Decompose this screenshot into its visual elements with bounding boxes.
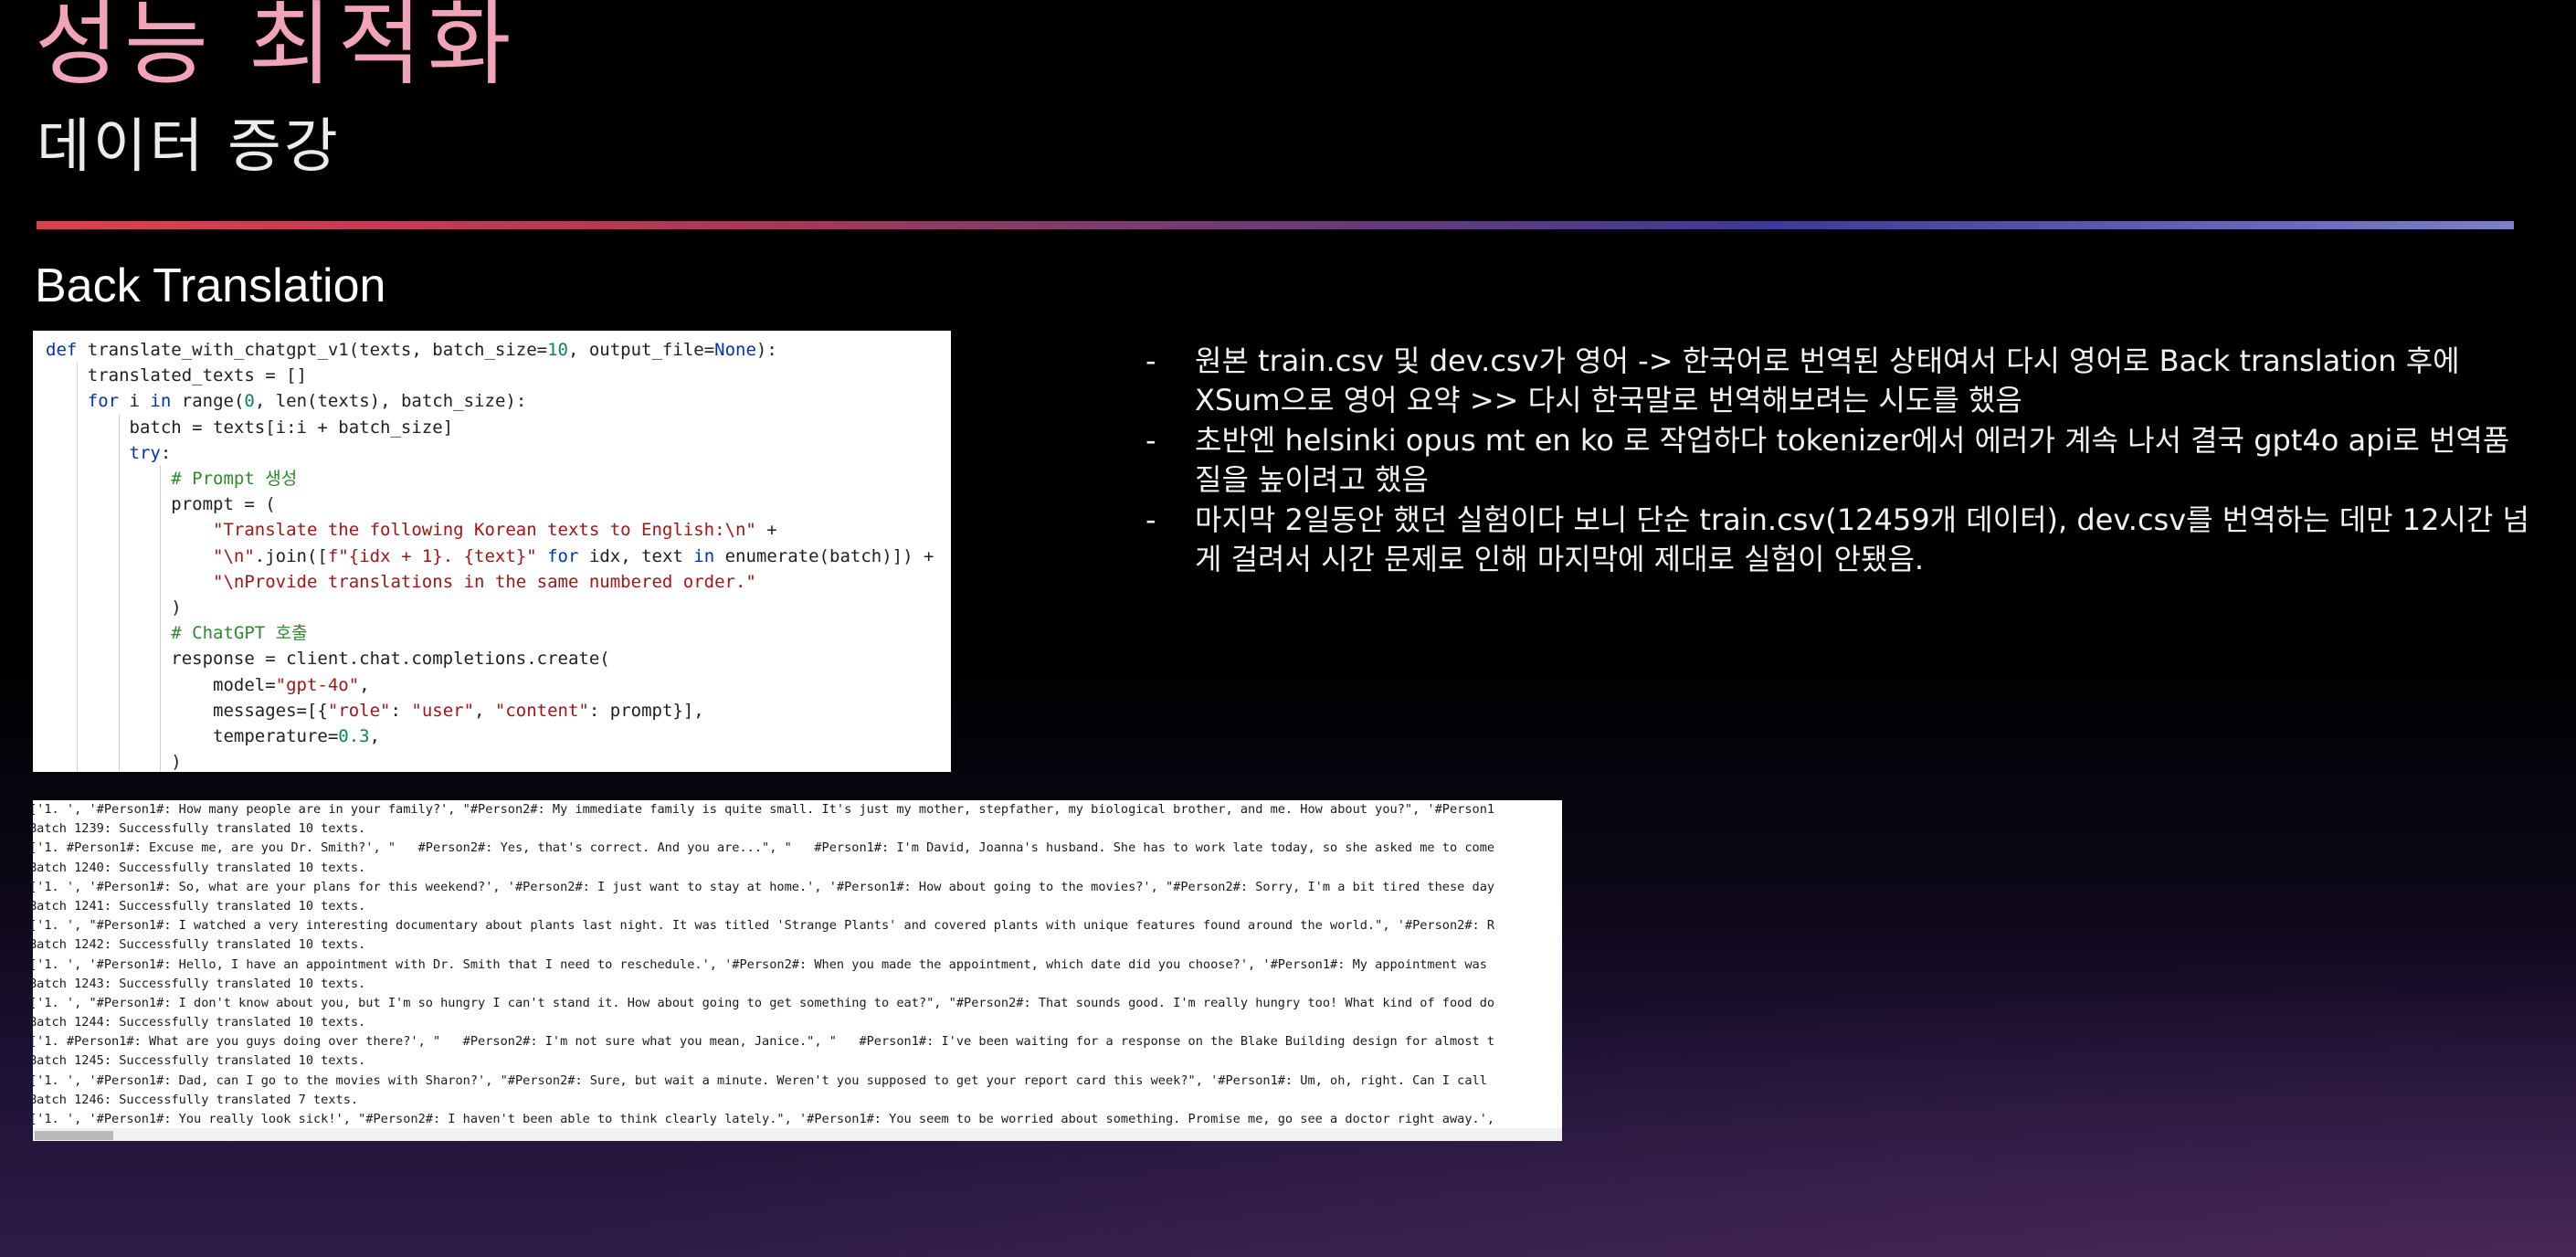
code-line: batch = texts[i:i + batch_size] — [129, 417, 454, 438]
log-line: ['1. ', '#Person1#: Hello, I have an app… — [33, 956, 1487, 972]
log-line: ['1. ', '#Person1#: Dad, can I go to the… — [33, 1072, 1487, 1088]
code-line: temperature=0.3, — [46, 726, 381, 747]
indent-guide — [160, 466, 162, 772]
code-line: "\nProvide translations in the same numb… — [213, 571, 756, 592]
log-line: Batch 1246: Successfully translated 7 te… — [33, 1092, 359, 1107]
code-line: def translate_with_chatgpt_v1(texts, bat… — [46, 340, 777, 360]
code-line: "\n".join([f"{idx + 1}. {text}" for idx,… — [213, 545, 934, 566]
log-line: ['1. #Person1#: What are you guys doing … — [33, 1034, 1495, 1050]
note-text: 원본 train.csv 및 dev.csv가 영어 -> 한국어로 번역된 상… — [1195, 343, 2460, 417]
note-item: - 마지막 2일동안 했던 실험이다 보니 단순 train.csv(12459개… — [1145, 501, 2534, 578]
code-line: try: — [129, 442, 172, 463]
code-line: response = client.chat.completions.creat… — [171, 649, 610, 670]
code-line: for i in range(0, len(texts), batch_size… — [87, 391, 527, 412]
bullet-dash: - — [1145, 343, 1156, 378]
code-line: translated_texts = [] — [87, 365, 307, 386]
note-text: 초반엔 helsinki opus mt en ko 로 작업하다 tokeni… — [1195, 423, 2510, 497]
log-line: ['1. ', "#Person1#: I watched a very int… — [33, 918, 1495, 934]
horizontal-scrollbar[interactable] — [33, 1128, 1562, 1141]
code-line: # Prompt 생성 — [171, 469, 298, 490]
log-line: Batch 1239: Successfully translated 10 t… — [33, 821, 366, 837]
slide-title: 성능 최적화 — [35, 0, 517, 98]
bullet-dash: - — [1145, 502, 1156, 537]
log-line: Batch 1240: Successfully translated 10 t… — [33, 860, 366, 875]
log-line: ['1. ', '#Person1#: How many people are … — [33, 802, 1495, 817]
log-line: Batch 1241: Successfully translated 10 t… — [33, 898, 366, 914]
code-line: messages=[{"role": "user", "content": pr… — [46, 700, 704, 721]
code-block: def translate_with_chatgpt_v1(texts, bat… — [33, 331, 951, 772]
bullet-dash: - — [1145, 423, 1156, 458]
note-item: - 원본 train.csv 및 dev.csv가 영어 -> 한국어로 번역된 … — [1145, 342, 2534, 419]
log-line: Batch 1242: Successfully translated 10 t… — [33, 937, 366, 953]
gradient-divider — [37, 221, 2514, 229]
indent-guide — [118, 414, 120, 772]
note-item: - 초반엔 helsinki opus mt en ko 로 작업하다 token… — [1145, 421, 2534, 499]
log-line: Batch 1245: Successfully translated 10 t… — [33, 1053, 366, 1069]
log-line: ['1. ', "#Person1#: I don't know about y… — [33, 995, 1495, 1010]
code-line: ) — [171, 752, 182, 772]
log-output: ['1. ', '#Person1#: How many people are … — [33, 800, 1562, 1129]
log-line: ['1. #Person1#: Excuse me, are you Dr. S… — [33, 840, 1495, 856]
scrollbar-thumb[interactable] — [35, 1131, 113, 1140]
indent-guide — [76, 363, 78, 772]
code-line: # ChatGPT 호출 — [171, 623, 308, 644]
code-line: model="gpt-4o", — [46, 674, 370, 695]
log-line: ['1. ', '#Person1#: So, what are your pl… — [33, 879, 1495, 894]
code-line: "Translate the following Korean texts to… — [213, 520, 777, 541]
notes-list: - 원본 train.csv 및 dev.csv가 영어 -> 한국어로 번역된 … — [1145, 342, 2534, 580]
log-line: Batch 1243: Successfully translated 10 t… — [33, 976, 366, 991]
log-output-screenshot: ['1. ', '#Person1#: How many people are … — [33, 800, 1562, 1141]
code-line: ) — [171, 597, 182, 618]
note-text: 마지막 2일동안 했던 실험이다 보니 단순 train.csv(12459개 … — [1195, 502, 2529, 576]
code-screenshot: def translate_with_chatgpt_v1(texts, bat… — [33, 331, 951, 772]
section-heading: Back Translation — [35, 259, 386, 312]
log-line: ['1. ', '#Person1#: You really look sick… — [33, 1112, 1495, 1126]
log-line: Batch 1244: Successfully translated 10 t… — [33, 1015, 366, 1030]
slide-subtitle: 데이터 증강 — [37, 113, 341, 181]
